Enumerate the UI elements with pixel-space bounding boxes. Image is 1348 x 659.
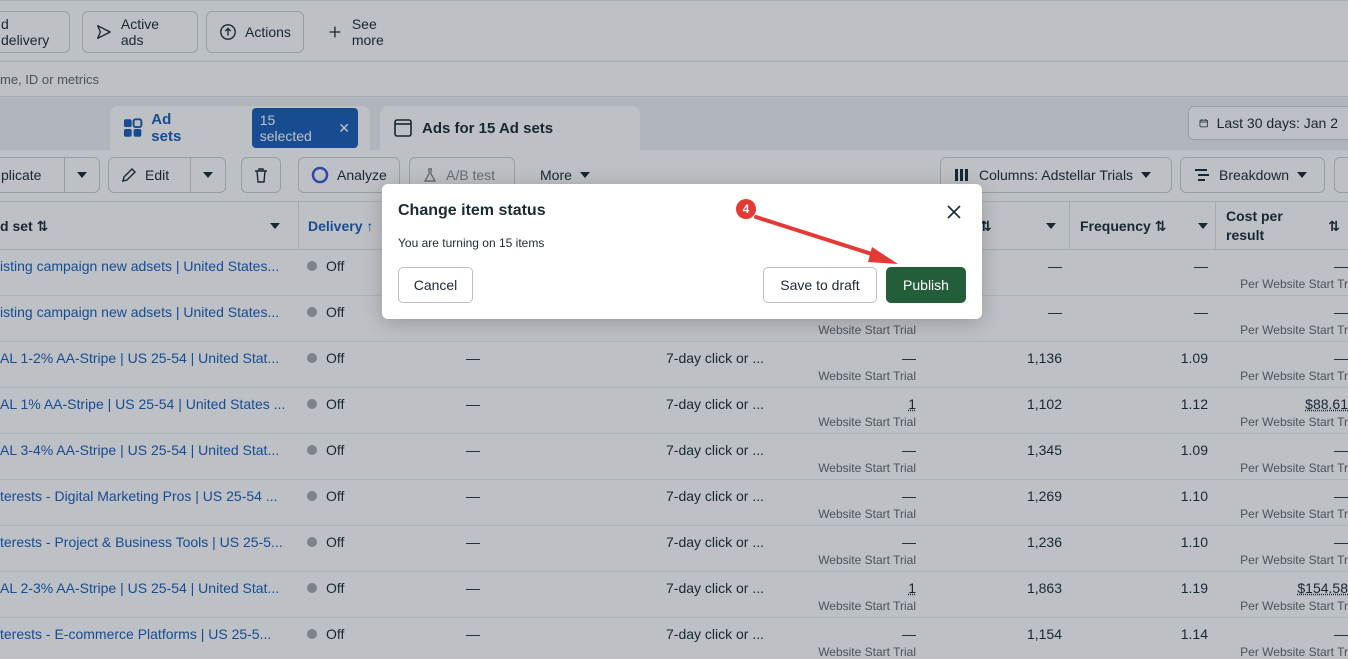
- step-badge: 4: [736, 199, 756, 219]
- close-icon: [947, 205, 961, 219]
- cancel-button[interactable]: Cancel: [398, 267, 473, 303]
- dialog-message: You are turning on 15 items: [398, 236, 544, 250]
- modal-backdrop[interactable]: [0, 0, 1348, 659]
- save-to-draft-button[interactable]: Save to draft: [763, 267, 877, 303]
- dialog-title: Change item status: [398, 202, 546, 220]
- change-status-dialog: Change item status You are turning on 15…: [382, 184, 982, 319]
- close-dialog-button[interactable]: [942, 200, 966, 224]
- publish-button[interactable]: Publish: [886, 267, 966, 303]
- ads-manager-page: d delivery Active ads Actions See more m…: [0, 0, 1348, 659]
